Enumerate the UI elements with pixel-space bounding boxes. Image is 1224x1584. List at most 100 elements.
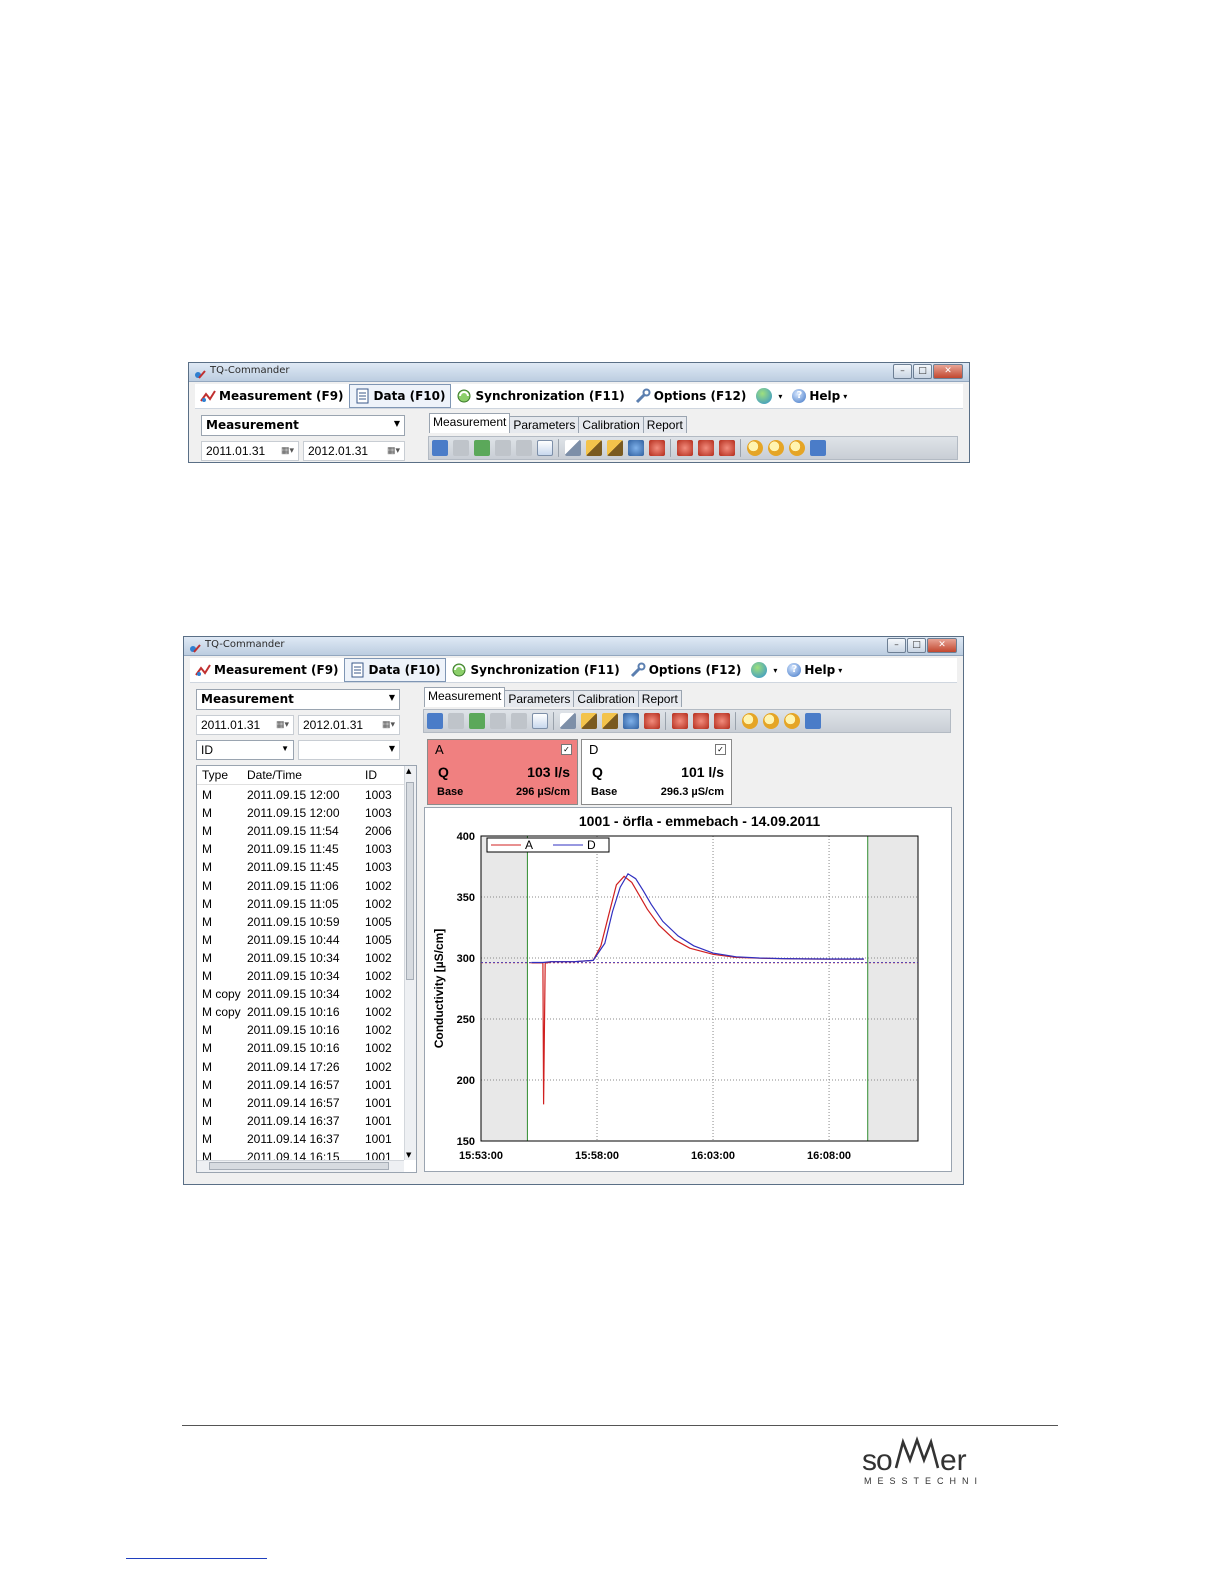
range-pencil-icon[interactable] xyxy=(607,440,623,456)
conductivity-chart[interactable]: 1001 - örfla - emmebach - 14.09.2011 150 2… xyxy=(425,808,951,1171)
date-from-field[interactable]: 2011.01.31 ▦▾ xyxy=(201,441,299,461)
calendar-icon[interactable]: ▦▾ xyxy=(281,445,294,456)
list-item[interactable]: M 2011.09.15 11:06 1002 xyxy=(197,877,404,895)
save-icon[interactable] xyxy=(432,440,448,456)
series-menu-icon[interactable] xyxy=(719,440,735,456)
zoom-reset-icon[interactable] xyxy=(789,440,805,456)
fit-view-icon[interactable] xyxy=(810,440,826,456)
pencil-icon[interactable] xyxy=(581,713,597,729)
calendar-icon[interactable]: ▦▾ xyxy=(276,719,289,730)
list-item[interactable]: M 2011.09.15 11:05 1002 xyxy=(197,895,404,913)
undo-icon[interactable] xyxy=(490,713,506,729)
list-item[interactable]: M 2011.09.15 10:59 1005 xyxy=(197,913,404,931)
result-tile-a[interactable]: A ✓ Q 103 l/s Base 296 µS/cm xyxy=(427,739,578,805)
remove-series-icon[interactable] xyxy=(672,713,688,729)
pencil-icon[interactable] xyxy=(586,440,602,456)
list-item[interactable]: M copy 2011.09.15 10:34 1002 xyxy=(197,985,404,1003)
chart-type-icon[interactable] xyxy=(532,713,548,729)
list-item[interactable]: M 2011.09.15 12:00 1003 xyxy=(197,804,404,822)
minimize-button[interactable]: – xyxy=(893,364,912,379)
mode-select[interactable]: Measurement ▼ xyxy=(196,689,400,710)
menu-measurement[interactable]: Measurement (F9) xyxy=(190,659,344,681)
import-icon[interactable] xyxy=(474,440,490,456)
calculate-icon[interactable] xyxy=(628,440,644,456)
date-from-field[interactable]: 2011.01.31 ▦▾ xyxy=(196,715,294,735)
filter-field-select[interactable]: ID ▼ xyxy=(196,740,294,760)
tab-report[interactable]: Report xyxy=(642,416,687,433)
list-item[interactable]: M copy 2011.09.15 10:16 1002 xyxy=(197,1003,404,1021)
zoom-in-icon[interactable] xyxy=(747,440,763,456)
list-item[interactable]: M 2011.09.14 16:37 1001 xyxy=(197,1130,404,1148)
menu-options[interactable]: Options (F12) xyxy=(630,385,752,407)
column-header-datetime[interactable]: Date/Time xyxy=(247,768,302,782)
menu-language[interactable]: ▾ xyxy=(746,659,782,681)
zoom-out-icon[interactable] xyxy=(763,713,779,729)
calculate-icon[interactable] xyxy=(623,713,639,729)
zoom-out-icon[interactable] xyxy=(768,440,784,456)
menu-data[interactable]: Data (F10) xyxy=(348,384,452,408)
range-pencil-icon[interactable] xyxy=(602,713,618,729)
close-button[interactable]: ✕ xyxy=(933,364,963,379)
list-item[interactable]: M 2011.09.15 11:45 1003 xyxy=(197,840,404,858)
add-series-icon[interactable] xyxy=(693,713,709,729)
footer-link[interactable] xyxy=(126,1558,267,1559)
calendar-icon[interactable]: ▦▾ xyxy=(382,719,395,730)
redo-icon[interactable] xyxy=(511,713,527,729)
minimize-button[interactable]: – xyxy=(887,638,906,653)
list-item[interactable]: M 2011.09.15 12:00 1003 xyxy=(197,786,404,804)
tab-calibration[interactable]: Calibration xyxy=(573,690,639,707)
list-item[interactable]: M 2011.09.15 10:16 1002 xyxy=(197,1039,404,1057)
series-menu-icon[interactable] xyxy=(714,713,730,729)
tile-checkbox[interactable]: ✓ xyxy=(561,744,572,755)
menu-language[interactable]: ▾ xyxy=(751,385,787,407)
list-item[interactable]: M 2011.09.15 10:34 1002 xyxy=(197,949,404,967)
redo-icon[interactable] xyxy=(516,440,532,456)
list-item[interactable]: M 2011.09.15 11:45 1003 xyxy=(197,858,404,876)
vertical-scrollbar[interactable]: ▲ ▼ xyxy=(404,766,416,1160)
list-item[interactable]: M 2011.09.15 10:16 1002 xyxy=(197,1021,404,1039)
menu-measurement[interactable]: Measurement (F9) xyxy=(195,385,349,407)
maximize-button[interactable]: □ xyxy=(907,638,926,653)
maximize-button[interactable]: □ xyxy=(913,364,932,379)
horizontal-scrollbar[interactable] xyxy=(197,1160,404,1172)
menu-help[interactable]: ? Help ▾ xyxy=(787,385,852,407)
list-item[interactable]: M 2011.09.14 17:26 1002 xyxy=(197,1058,404,1076)
tab-measurement[interactable]: Measurement xyxy=(424,687,506,707)
zoom-in-icon[interactable] xyxy=(742,713,758,729)
scroll-up-icon[interactable]: ▲ xyxy=(406,767,411,775)
close-button[interactable]: ✕ xyxy=(927,638,957,653)
zoom-reset-icon[interactable] xyxy=(784,713,800,729)
column-header-type[interactable]: Type xyxy=(202,768,228,782)
save-icon[interactable] xyxy=(427,713,443,729)
list-item[interactable]: M 2011.09.14 16:57 1001 xyxy=(197,1094,404,1112)
list-item[interactable]: M 2011.09.15 10:34 1002 xyxy=(197,967,404,985)
list-item[interactable]: M 2011.09.15 11:54 2006 xyxy=(197,822,404,840)
tab-measurement[interactable]: Measurement xyxy=(429,413,511,433)
menu-synchronization[interactable]: Synchronization (F11) xyxy=(451,385,629,407)
list-item[interactable]: M 2011.09.14 16:57 1001 xyxy=(197,1076,404,1094)
filter-value-select[interactable]: ▼ xyxy=(298,740,400,760)
menu-options[interactable]: Options (F12) xyxy=(625,659,747,681)
pointer-icon[interactable] xyxy=(560,713,576,729)
recalculate-icon[interactable] xyxy=(649,440,665,456)
list-item[interactable]: M 2011.09.14 16:37 1001 xyxy=(197,1112,404,1130)
pointer-icon[interactable] xyxy=(565,440,581,456)
result-tile-d[interactable]: D ✓ Q 101 l/s Base 296.3 µS/cm xyxy=(581,739,732,805)
column-header-id[interactable]: ID xyxy=(365,768,377,782)
import-icon[interactable] xyxy=(469,713,485,729)
chart-panel[interactable]: 1001 - örfla - emmebach - 14.09.2011 150 2… xyxy=(424,807,952,1172)
recalculate-icon[interactable] xyxy=(644,713,660,729)
calendar-icon[interactable]: ▦▾ xyxy=(387,445,400,456)
tab-parameters[interactable]: Parameters xyxy=(509,416,580,433)
menu-data[interactable]: Data (F10) xyxy=(343,658,447,682)
date-to-field[interactable]: 2012.01.31 ▦▾ xyxy=(303,441,405,461)
chart-type-icon[interactable] xyxy=(537,440,553,456)
export-icon[interactable] xyxy=(448,713,464,729)
fit-view-icon[interactable] xyxy=(805,713,821,729)
remove-series-icon[interactable] xyxy=(677,440,693,456)
tab-report[interactable]: Report xyxy=(637,690,682,707)
menu-synchronization[interactable]: Synchronization (F11) xyxy=(446,659,624,681)
list-item[interactable]: M 2011.09.15 10:44 1005 xyxy=(197,931,404,949)
date-to-field[interactable]: 2012.01.31 ▦▾ xyxy=(298,715,400,735)
undo-icon[interactable] xyxy=(495,440,511,456)
